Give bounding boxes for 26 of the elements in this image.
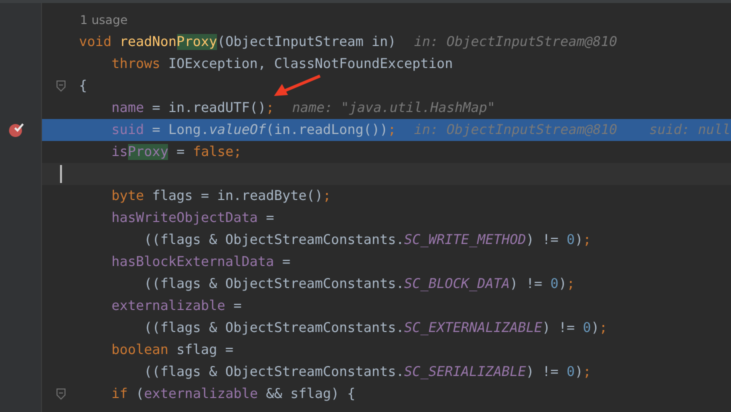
code-line: ((flags & ObjectStreamConstants.SC_SERIALIZABLE) != 0); xyxy=(143,364,592,380)
inlay-hint: in: ObjectInputStream@810 xyxy=(414,122,618,138)
code-line: hasBlockExternalData = xyxy=(110,254,290,270)
code-line: byte flags = in.readByte(); xyxy=(110,188,331,204)
code-line: boolean sflag = xyxy=(110,342,234,358)
code-line: suid = Long.valueOf(in.readLong()); xyxy=(110,122,396,138)
text-cursor xyxy=(60,165,62,183)
code-line: hasWriteObjectData = xyxy=(110,210,274,226)
inlay-hint: name: "java.util.HashMap" xyxy=(292,100,496,116)
code-line: externalizable = xyxy=(110,298,242,314)
code-line: name = in.readUTF(); xyxy=(110,100,274,116)
fold-icon[interactable] xyxy=(56,80,66,92)
code-line: { xyxy=(79,78,88,94)
fold-icon[interactable] xyxy=(56,388,66,400)
code-line: ((flags & ObjectStreamConstants.SC_BLOCK_DATA) != 0); xyxy=(143,276,575,292)
inlay-hint: in: ObjectInputStream@810 xyxy=(414,34,618,50)
inlay-hint: suid: null xyxy=(649,122,731,138)
code-line: if (externalizable && sflag) { xyxy=(110,386,356,402)
code-line: ((flags & ObjectStreamConstants.SC_WRITE_METHOD) != 0); xyxy=(143,232,592,248)
code-line: void readNonProxy(ObjectInputStream in) xyxy=(79,34,396,50)
code-line: throws IOException, ClassNotFoundException xyxy=(110,56,453,72)
usage-hint[interactable]: 1 usage xyxy=(80,13,128,27)
code-line: isProxy = false; xyxy=(110,144,242,160)
breakpoint-icon[interactable] xyxy=(8,122,24,138)
code-line: ((flags & ObjectStreamConstants.SC_EXTERNALIZABLE) != 0); xyxy=(143,320,608,336)
arrow-annotation xyxy=(272,74,322,98)
